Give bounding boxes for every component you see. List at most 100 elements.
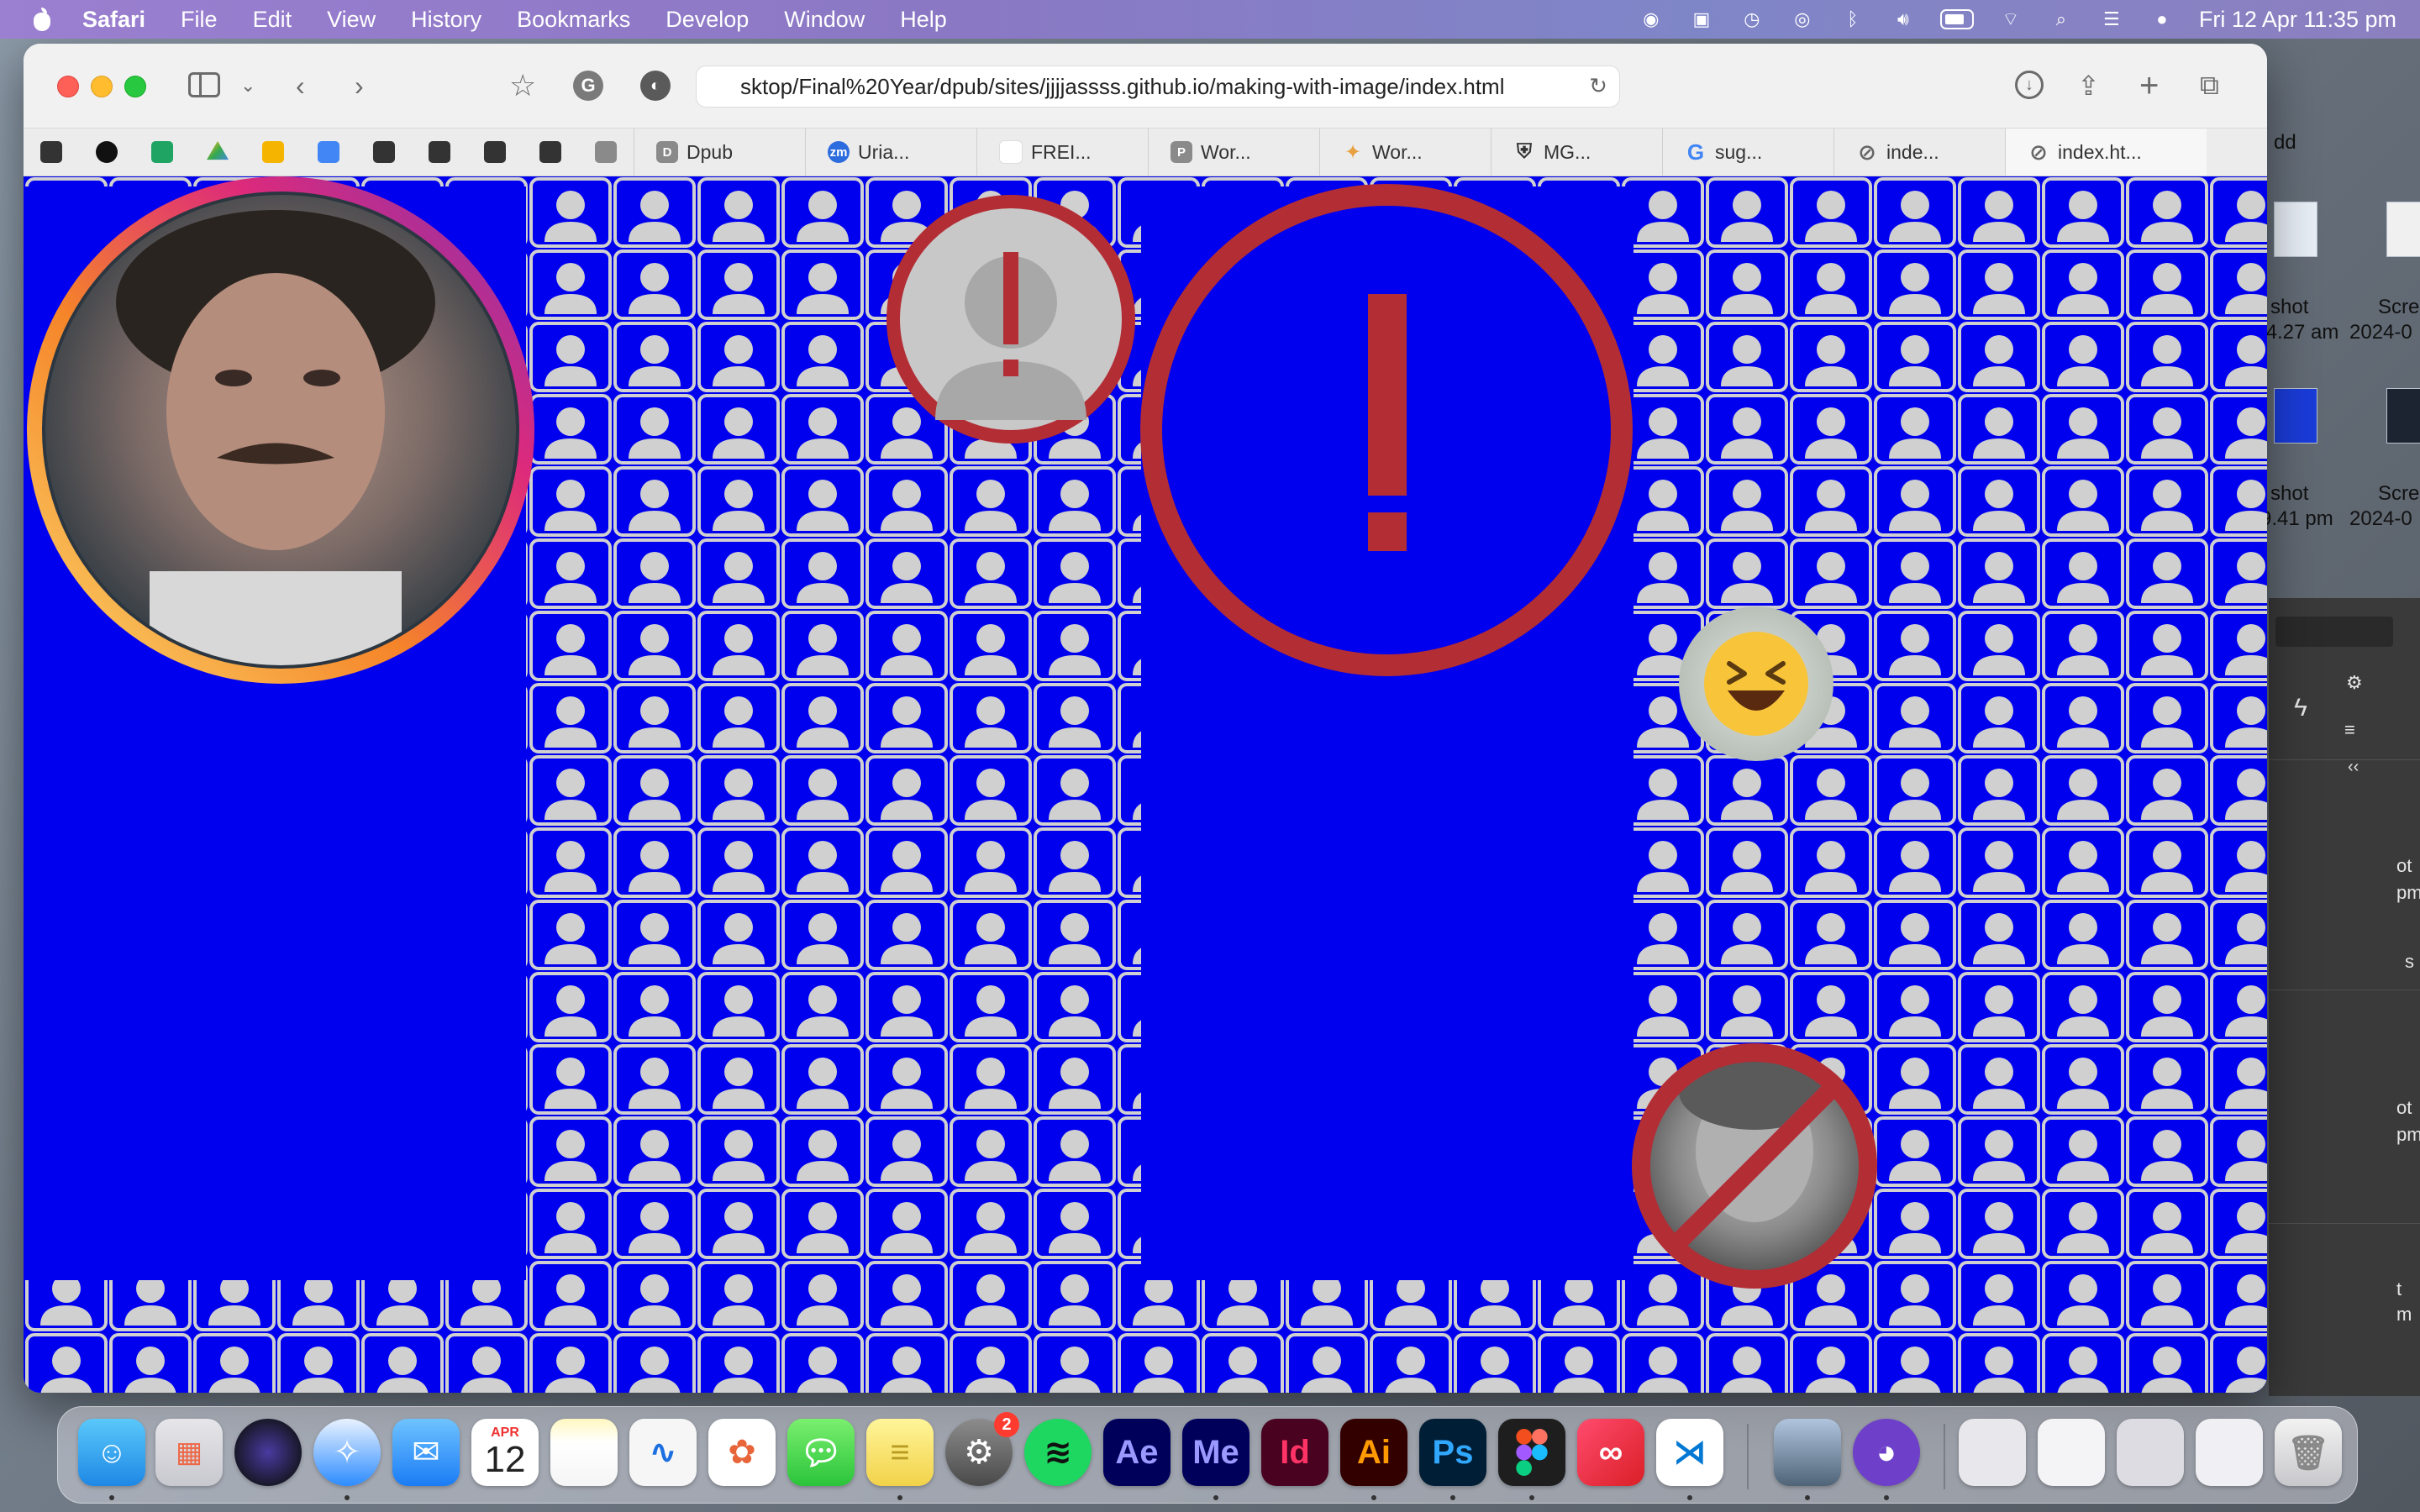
wifi-icon[interactable]: ⌔ (1997, 8, 2024, 30)
forward-button[interactable]: › (355, 69, 364, 102)
spotify-icon[interactable]: ≋ (1024, 1419, 1092, 1486)
shield-icon[interactable] (373, 141, 395, 163)
shield-icon[interactable] (429, 141, 450, 163)
calendar-icon[interactable]: APR 12 (471, 1419, 539, 1486)
screenshot-thumbnail[interactable] (2274, 202, 2317, 257)
close-window-button[interactable] (57, 76, 79, 97)
after-effects-icon[interactable]: Ae (1103, 1419, 1171, 1486)
notes-icon[interactable] (550, 1419, 618, 1486)
laughing-emoji-icon[interactable] (1679, 606, 1833, 761)
favorite-wor-2[interactable]: ✦ Wor... (1319, 129, 1491, 176)
gear-icon[interactable]: ⚙ (2346, 672, 2363, 694)
creative-cloud-icon[interactable]: ∞ (1577, 1419, 1644, 1486)
bluetooth-icon[interactable]: ᛒ (1839, 8, 1866, 30)
siri-icon[interactable]: ● (2149, 8, 2175, 30)
github-desktop-icon[interactable]: ◕ (1853, 1419, 1920, 1486)
menu-lines-icon[interactable]: ≡ (2344, 719, 2355, 741)
menu-view[interactable]: View (327, 7, 376, 33)
menu-help[interactable]: Help (900, 7, 947, 33)
minimized-window-thumbnail[interactable] (1959, 1419, 2026, 1486)
sidebar-toggle-icon[interactable] (188, 72, 220, 97)
screenshot-thumbnail[interactable] (2386, 388, 2420, 444)
favorite-zoom[interactable]: zm Uria... (805, 129, 976, 176)
reload-icon[interactable]: ↻ (1586, 73, 1611, 98)
extension-icon[interactable]: ◐ (640, 71, 671, 101)
bookmark-star-icon[interactable]: ☆ (509, 68, 536, 102)
favorite-dpub[interactable]: D Dpub (634, 129, 805, 176)
preview-icon[interactable] (1774, 1419, 1841, 1486)
trash-icon[interactable]: 🗑︎ (2275, 1419, 2342, 1486)
menu-app-name[interactable]: Safari (82, 7, 145, 33)
menu-history[interactable]: History (411, 7, 481, 33)
stickies-icon[interactable]: ≡ (866, 1419, 934, 1486)
freeform-icon[interactable]: ∿ (629, 1419, 697, 1486)
media-encoder-icon[interactable]: Me (1182, 1419, 1249, 1486)
menu-edit[interactable]: Edit (253, 7, 292, 33)
slides-icon[interactable] (262, 141, 284, 163)
safari-icon[interactable]: ✧ (313, 1419, 381, 1486)
back-button[interactable]: ‹ (296, 69, 305, 102)
shield-icon[interactable] (484, 141, 506, 163)
minimized-window-thumbnail[interactable] (2117, 1419, 2184, 1486)
share-icon[interactable]: ⇪ (2077, 69, 2100, 102)
figma-icon[interactable] (1498, 1419, 1565, 1486)
favorite-mg[interactable]: ⛨ MG... (1491, 129, 1662, 176)
menu-window[interactable]: Window (784, 7, 865, 33)
siri-icon[interactable] (234, 1419, 302, 1486)
new-tab-icon[interactable]: + (2139, 67, 2159, 104)
menu-bookmarks[interactable]: Bookmarks (517, 7, 630, 33)
large-warning-icon[interactable] (1140, 184, 1633, 676)
downloads-icon[interactable]: ↓ (2015, 71, 2044, 99)
favorite-frei[interactable]: FREI... (976, 129, 1148, 176)
minimize-window-button[interactable] (91, 76, 113, 97)
apple-logo-icon[interactable] (32, 8, 52, 31)
illustrator-icon[interactable]: Ai (1340, 1419, 1407, 1486)
screen-share-status-icon[interactable]: ▣ (1688, 8, 1715, 30)
url-text[interactable]: sktop/Final%20Year/dpub/sites/jjjjassss.… (740, 74, 1504, 100)
favorite-wor-1[interactable]: P Wor... (1148, 129, 1319, 176)
menu-develop[interactable]: Develop (666, 7, 749, 33)
minimized-window-thumbnail[interactable] (2196, 1419, 2263, 1486)
menu-file[interactable]: File (181, 7, 218, 33)
favorite-sug[interactable]: G sug... (1662, 129, 1833, 176)
screenshot-thumbnail[interactable] (2274, 388, 2317, 444)
collapse-icon[interactable]: ‹‹ (2348, 758, 2359, 777)
indesign-icon[interactable]: Id (1261, 1419, 1328, 1486)
photoshop-icon[interactable]: Ps (1419, 1419, 1486, 1486)
grammarly-extension-icon[interactable]: G (573, 71, 603, 101)
tab-overview-icon[interactable]: ⧉ (2200, 69, 2219, 102)
camera-icon[interactable] (96, 141, 118, 163)
google-drive-icon[interactable] (207, 141, 229, 160)
messages-icon[interactable]: 💬︎ (787, 1419, 855, 1486)
sheets-icon[interactable] (151, 141, 173, 163)
creative-cloud-status-icon[interactable]: ◉ (1638, 8, 1665, 30)
blocked-face-icon[interactable] (1632, 1043, 1877, 1289)
airdrop-icon[interactable]: ◎ (1789, 8, 1816, 30)
address-bar[interactable]: sktop/Final%20Year/dpub/sites/jjjjassss.… (696, 66, 1620, 108)
spotlight-search-icon[interactable]: ⌕ (2048, 8, 2075, 30)
tab-index-active[interactable]: ⊘ index.ht... (2005, 129, 2207, 176)
minimized-window-thumbnail[interactable] (2038, 1419, 2105, 1486)
tab-inde[interactable]: ⊘ inde... (1833, 129, 2005, 176)
mail-icon[interactable]: ✉ (392, 1419, 460, 1486)
launchpad-icon[interactable]: ▦ (155, 1419, 223, 1486)
battery-icon[interactable] (1939, 9, 1974, 29)
vscode-icon[interactable]: ⋊ (1656, 1419, 1723, 1486)
g-icon[interactable] (595, 141, 617, 163)
screenshot-thumbnail[interactable] (2386, 202, 2420, 257)
lightning-icon[interactable]: ϟ (2294, 694, 2307, 722)
shield-icon[interactable] (539, 141, 561, 163)
finder-icon[interactable]: ☺ (78, 1419, 145, 1486)
menu-clock[interactable]: Fri 12 Apr 11:35 pm (2199, 7, 2396, 33)
chevron-down-icon[interactable]: ⌄ (240, 69, 255, 102)
volume-icon[interactable]: 🔊︎ (1890, 8, 1917, 30)
zoom-window-button[interactable] (124, 76, 146, 97)
photos-icon[interactable]: ✿ (708, 1419, 776, 1486)
docs-icon[interactable] (318, 141, 339, 163)
control-center-icon[interactable]: ☰ (2098, 8, 2125, 30)
system-settings-icon[interactable]: ⚙ 2 (945, 1412, 1019, 1486)
small-warning-icon[interactable] (886, 195, 1135, 444)
panel-search-field[interactable] (2275, 617, 2393, 647)
shield-icon[interactable] (40, 141, 62, 163)
time-machine-icon[interactable]: ◷ (1739, 8, 1765, 30)
